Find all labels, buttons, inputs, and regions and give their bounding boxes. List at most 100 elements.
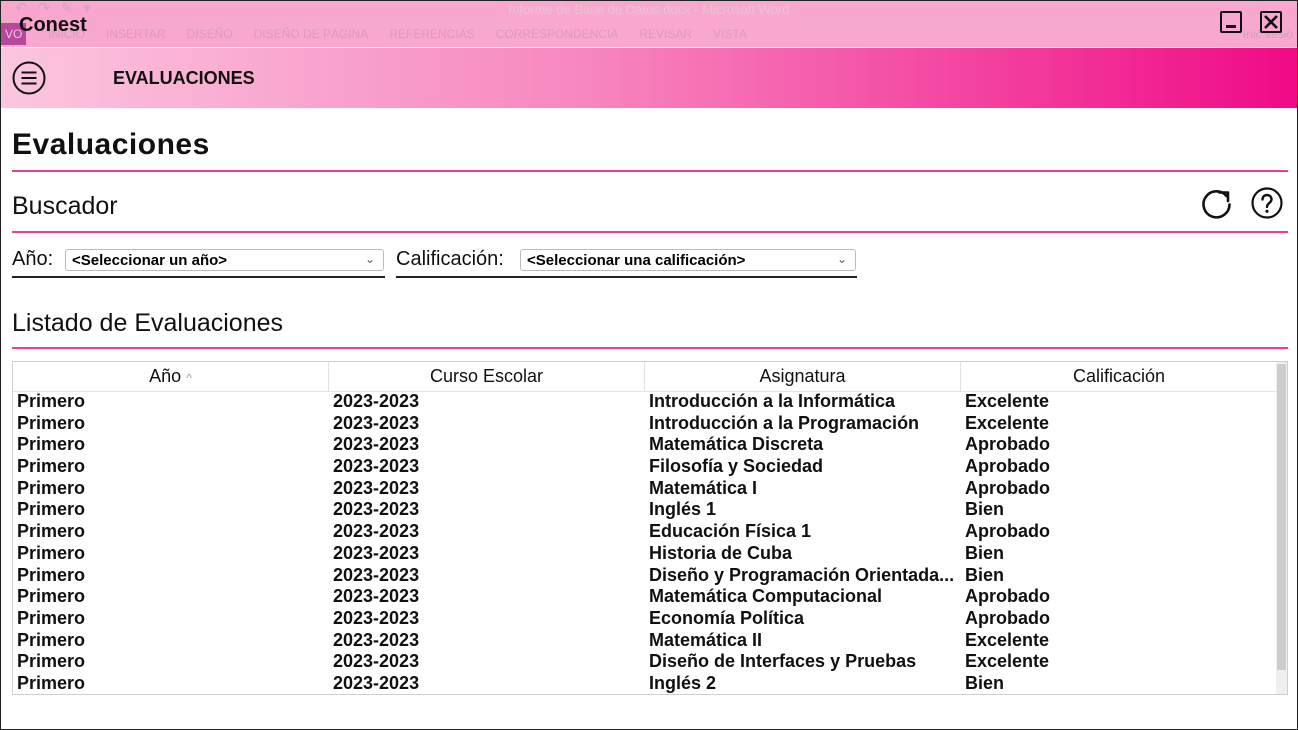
column-header-subject[interactable]: Asignatura <box>645 362 961 391</box>
background-ribbon-tab: REVISAR <box>639 27 693 41</box>
column-header-label: Asignatura <box>759 366 846 386</box>
table-row[interactable]: Primero 2023-2023 Matemática II Excelente <box>13 630 1277 652</box>
cell-school-year: 2023-2023 <box>333 651 420 672</box>
header-title: EVALUACIONES <box>113 68 255 88</box>
cell-grade: Excelente <box>965 651 1050 672</box>
evaluations-table: Año ^ Curso Escolar Asignatura Calificaci… <box>12 361 1288 695</box>
year-select[interactable]: <Seleccionar un año> ⌄ <box>65 249 384 271</box>
background-ribbon: VO INICIO INSERTAR DISEÑO DISEÑO DE PÁGI… <box>1 23 768 45</box>
year-select-value: <Seleccionar un año> <box>72 252 228 269</box>
cell-school-year: 2023-2023 <box>333 586 420 607</box>
column-header-grade[interactable]: Calificación <box>961 362 1277 391</box>
background-ribbon-tab: DISEÑO DE PÁGINA <box>253 27 369 41</box>
refresh-icon[interactable] <box>1200 186 1234 220</box>
cell-grade: Bien <box>965 672 1005 693</box>
cell-grade: Aprobado <box>965 456 1050 477</box>
table-row[interactable]: Primero 2023-2023 Educación Física 1 Aproba… <box>13 521 1277 543</box>
cell-year: Primero <box>17 434 86 455</box>
table-row[interactable]: Primero 2023-2023 Introducción a la Progra… <box>13 413 1277 435</box>
cell-school-year: 2023-2023 <box>333 499 420 520</box>
cell-school-year: 2023-2023 <box>333 434 420 455</box>
year-filter-label: Año: <box>12 248 54 270</box>
cell-year: Primero <box>17 499 86 520</box>
cell-grade: Bien <box>965 564 1005 585</box>
cell-subject: Matemática Computacional <box>649 586 883 607</box>
table-row[interactable]: Primero 2023-2023 Matemática I Aprobado <box>13 478 1277 500</box>
title-divider <box>12 170 1288 172</box>
cell-school-year: 2023-2023 <box>333 521 420 542</box>
table-row[interactable]: Primero 2023-2023 Inglés 2 Bien <box>13 672 1277 694</box>
page-title: Evaluaciones <box>12 128 210 161</box>
help-icon[interactable] <box>1250 186 1284 220</box>
table-row[interactable]: Primero 2023-2023 Inglés 1 Bien <box>13 499 1277 521</box>
cell-year: Primero <box>17 607 86 628</box>
cell-year: Primero <box>17 672 86 693</box>
cell-year: Primero <box>17 542 86 563</box>
cell-year: Primero <box>17 564 86 585</box>
cell-year: Primero <box>17 521 86 542</box>
cell-subject: Introducción a la Programación <box>649 412 920 433</box>
table-row[interactable]: Primero 2023-2023 Historia de Cuba Bien <box>13 543 1277 565</box>
cell-school-year: 2023-2023 <box>333 629 420 650</box>
column-header-label: Año <box>149 366 182 386</box>
column-header-label: Curso Escolar <box>429 366 544 386</box>
cell-grade: Bien <box>965 542 1005 563</box>
cell-school-year: 2023-2023 <box>333 564 420 585</box>
cell-year: Primero <box>17 412 86 433</box>
background-ribbon-tab: REFERENCIAS <box>389 27 475 41</box>
cell-school-year: 2023-2023 <box>333 456 420 477</box>
cell-year: Primero <box>17 456 86 477</box>
sort-ascending-icon: ^ <box>186 371 192 385</box>
cell-school-year: 2023-2023 <box>333 542 420 563</box>
cell-grade: Aprobado <box>965 434 1050 455</box>
cell-year: Primero <box>17 391 86 411</box>
cell-grade: Aprobado <box>965 477 1050 498</box>
chevron-down-icon: ⌄ <box>364 252 375 266</box>
cell-year: Primero <box>17 629 86 650</box>
cell-year: Primero <box>17 586 86 607</box>
table-header: Año ^ Curso Escolar Asignatura Calificaci… <box>13 362 1277 392</box>
cell-subject: Introducción a la Informática <box>649 391 896 411</box>
grade-select-value: <Seleccionar una calificación> <box>527 252 746 269</box>
close-icon[interactable] <box>1260 11 1282 33</box>
chevron-down-icon: ⌄ <box>836 252 847 266</box>
column-header-year[interactable]: Año ^ <box>13 362 329 391</box>
cell-grade: Excelente <box>965 412 1050 433</box>
cell-school-year: 2023-2023 <box>333 391 420 411</box>
grade-filter-label: Calificación: <box>396 248 504 270</box>
column-header-label: Calificación <box>1072 366 1166 386</box>
grade-select[interactable]: <Seleccionar una calificación> ⌄ <box>520 249 856 271</box>
cell-school-year: 2023-2023 <box>333 412 420 433</box>
background-ribbon-tab: INSERTAR <box>106 27 166 41</box>
hamburger-menu-icon[interactable] <box>12 61 46 95</box>
header-banner: EVALUACIONES <box>1 48 1297 108</box>
table-row[interactable]: Primero 2023-2023 Filosofía y Sociedad Apro… <box>13 456 1277 478</box>
cell-subject: Educación Física 1 <box>649 521 812 542</box>
table-row[interactable]: Primero 2023-2023 Introducción a la Inform… <box>13 391 1277 413</box>
table-body: Primero 2023-2023 Introducción a la Inform… <box>13 391 1277 694</box>
list-section-title: Listado de Evaluaciones <box>12 309 284 337</box>
cell-grade: Bien <box>965 499 1005 520</box>
list-divider <box>12 347 1288 349</box>
cell-subject: Filosofía y Sociedad <box>649 456 824 477</box>
cell-subject: Inglés 2 <box>649 672 717 693</box>
table-scrollbar[interactable] <box>1276 362 1287 694</box>
table-row[interactable]: Primero 2023-2023 Economía Política Aprobad… <box>13 608 1277 630</box>
minimize-icon[interactable] <box>1220 11 1242 33</box>
table-row[interactable]: Primero 2023-2023 Matemática Computacional… <box>13 586 1277 608</box>
column-header-school-year[interactable]: Curso Escolar <box>329 362 645 391</box>
cell-subject: Matemática I <box>649 477 758 498</box>
cell-subject: Inglés 1 <box>649 499 717 520</box>
cell-subject: Matemática Discreta <box>649 434 824 455</box>
cell-subject: Diseño de Interfaces y Pruebas <box>649 651 917 672</box>
year-filter-underline <box>12 276 385 278</box>
cell-grade: Aprobado <box>965 586 1050 607</box>
table-row[interactable]: Primero 2023-2023 Diseño y Programación Or… <box>13 565 1277 587</box>
app-window: ↶ ↷ ✎ ▾ Informe de Base de Datos.docx - … <box>0 0 1298 730</box>
table-row[interactable]: Primero 2023-2023 Diseño de Interfaces y P… <box>13 651 1277 673</box>
table-row[interactable]: Primero 2023-2023 Matemática Discreta Aprob… <box>13 434 1277 456</box>
scrollbar-thumb[interactable] <box>1277 364 1286 670</box>
search-divider <box>12 231 1288 233</box>
cell-grade: Excelente <box>965 391 1050 411</box>
grade-filter-underline <box>396 276 857 278</box>
